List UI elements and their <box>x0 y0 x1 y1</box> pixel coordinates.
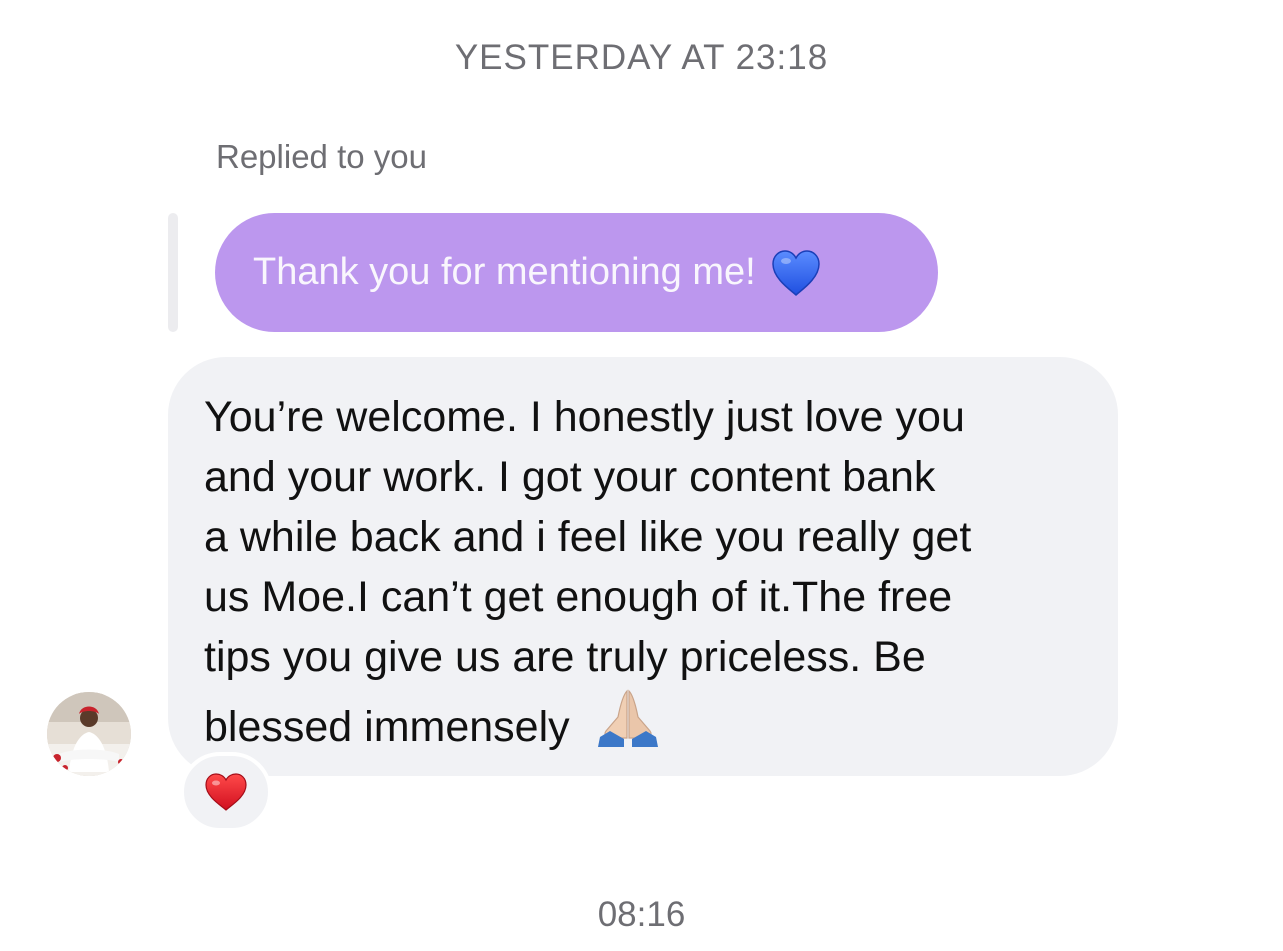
reaction-badge[interactable] <box>180 752 272 832</box>
date-header: YESTERDAY AT 23:18 <box>454 38 829 77</box>
red-heart-icon <box>205 773 247 811</box>
message-last-line: blessed immensely <box>204 687 1082 757</box>
folded-hands-icon <box>597 689 658 747</box>
reply-indicator-bar <box>168 213 178 332</box>
message-line: You’re welcome. I honestly just love you <box>204 393 965 441</box>
message-line: us Moe.I can’t get enough of it.The free <box>204 573 953 621</box>
reply-label: Replied to you <box>216 138 427 175</box>
quoted-message-bubble[interactable]: Thank you for mentioning me! <box>215 213 938 332</box>
footer-time: 08:16 <box>597 895 686 934</box>
message-line: tips you give us are truly priceless. Be <box>204 633 926 681</box>
message-line: and your work. I got your content bank <box>204 453 936 501</box>
avatar-photo <box>47 692 131 776</box>
message-text: You’re welcome. I honestly just love you… <box>204 387 1082 757</box>
message-line: blessed immensely <box>204 703 570 751</box>
message-line: a while back and i feel like you really … <box>204 513 972 561</box>
quoted-message-text: Thank you for mentioning me! <box>253 251 756 293</box>
blue-heart-icon <box>771 249 820 296</box>
message-bubble[interactable]: You’re welcome. I honestly just love you… <box>168 357 1118 776</box>
avatar[interactable] <box>47 692 131 776</box>
